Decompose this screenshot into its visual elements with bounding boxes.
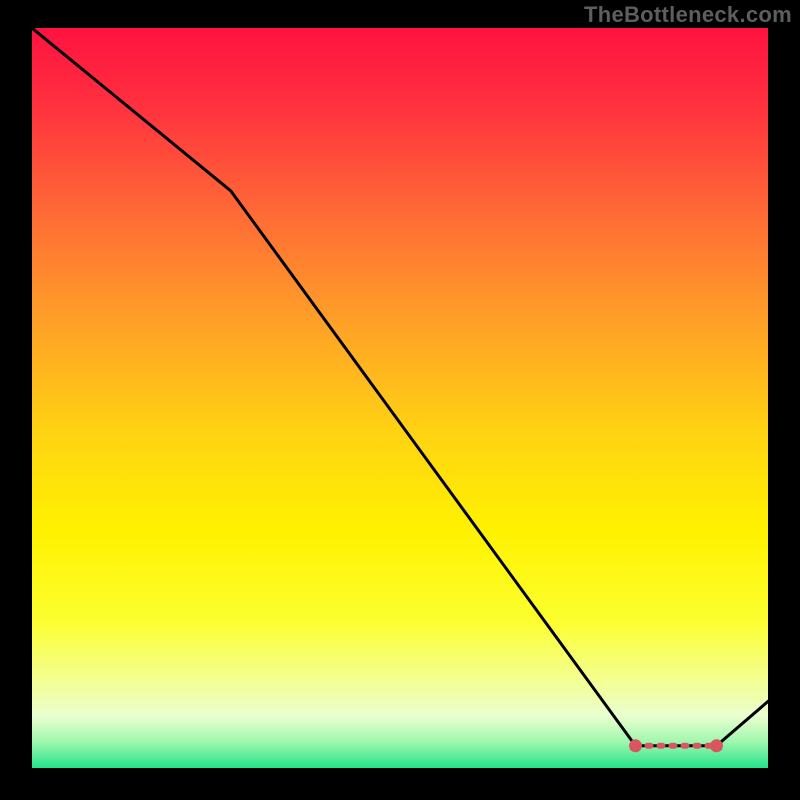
plot-area	[32, 28, 768, 768]
curve-layer	[32, 28, 768, 768]
valley-start-marker	[630, 740, 642, 752]
main-curve	[32, 28, 768, 746]
valley-end-marker	[711, 740, 723, 752]
chart-stage: TheBottleneck.com	[0, 0, 800, 800]
watermark-text: TheBottleneck.com	[584, 2, 792, 28]
